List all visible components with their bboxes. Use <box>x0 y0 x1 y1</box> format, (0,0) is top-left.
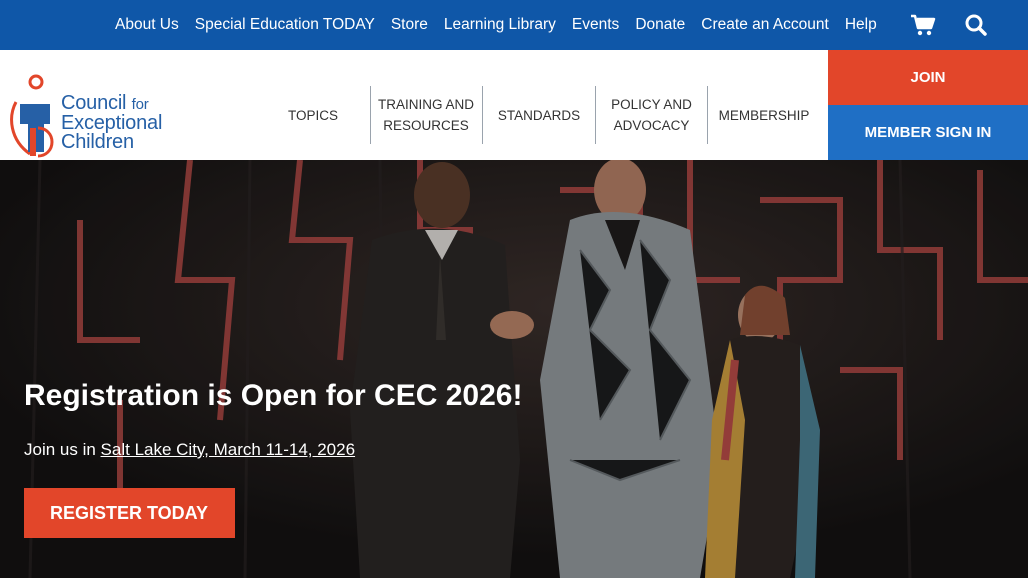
link-help[interactable]: Help <box>837 16 885 34</box>
nav-policy-label-1: POLICY AND <box>611 97 692 112</box>
nav-standards-label: STANDARDS <box>497 107 581 123</box>
hero-title: Registration is Open for CEC 2026! <box>24 379 523 412</box>
nav-divider <box>707 86 708 144</box>
member-sign-in-button[interactable]: MEMBER SIGN IN <box>828 105 1028 160</box>
nav-policy-advocacy[interactable]: POLICY AND ADVOCACY <box>597 86 706 144</box>
search-icon[interactable] <box>962 12 990 38</box>
logo-figure-icon <box>10 74 54 158</box>
logo-line-1-suffix: for <box>131 96 149 113</box>
link-events[interactable]: Events <box>564 16 627 34</box>
logo-line-3: Children <box>61 131 134 153</box>
nav-membership-label: MEMBERSHIP <box>718 107 810 123</box>
hero-subtitle: Join us in Salt Lake City, March 11-14, … <box>24 440 355 460</box>
logo-wordmark: Council for Exceptional Children <box>61 92 162 153</box>
nav-training-label-1: TRAINING AND <box>377 97 474 112</box>
nav-standards[interactable]: STANDARDS <box>484 86 594 144</box>
nav-policy-label-2: ADVOCACY <box>613 118 690 133</box>
nav-training-resources[interactable]: TRAINING AND RESOURCES <box>372 86 480 144</box>
logo-line-1: Council <box>61 92 127 114</box>
main-header: Council for Exceptional Children TOPICS … <box>0 50 828 160</box>
cart-icon[interactable] <box>909 12 937 38</box>
utility-links: About Us Special Education TODAY Store L… <box>107 0 885 50</box>
nav-membership[interactable]: MEMBERSHIP <box>709 86 819 144</box>
hero-banner: Registration is Open for CEC 2026! Join … <box>0 160 1028 578</box>
nav-divider <box>595 86 596 144</box>
register-today-button[interactable]: REGISTER TODAY <box>24 488 235 538</box>
link-create-account[interactable]: Create an Account <box>693 16 837 34</box>
link-learning-library[interactable]: Learning Library <box>436 16 564 34</box>
nav-divider <box>370 86 371 144</box>
link-about-us[interactable]: About Us <box>107 16 187 34</box>
join-button[interactable]: JOIN <box>828 50 1028 105</box>
nav-training-label-2: RESOURCES <box>383 118 469 133</box>
nav-topics[interactable]: TOPICS <box>280 86 346 144</box>
hero-event-link[interactable]: Salt Lake City, March 11-14, 2026 <box>101 440 356 459</box>
utility-bar: About Us Special Education TODAY Store L… <box>0 0 1028 50</box>
link-store[interactable]: Store <box>383 16 436 34</box>
nav-divider <box>482 86 483 144</box>
link-special-education-today[interactable]: Special Education TODAY <box>187 16 383 34</box>
hero-subtitle-prefix: Join us in <box>24 440 101 459</box>
nav-topics-label: TOPICS <box>287 107 338 123</box>
link-donate[interactable]: Donate <box>627 16 693 34</box>
